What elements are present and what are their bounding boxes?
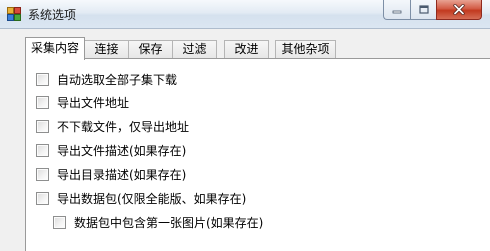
tab-collect-content[interactable]: 采集内容 [25, 37, 85, 60]
options-window: 系统选项 采集内容 连接 保存 过滤 改进 其他杂项 自动选取全部子集下载 导出… [0, 0, 490, 251]
minimize-button[interactable] [383, 0, 410, 20]
caption-buttons [383, 0, 482, 20]
checkbox[interactable] [36, 119, 49, 133]
checkbox[interactable] [36, 191, 49, 205]
close-icon [453, 4, 465, 15]
tab-improve[interactable]: 改进 [224, 40, 269, 59]
tab-save[interactable]: 保存 [128, 40, 173, 59]
option-include-first-image[interactable]: 数据包中包含第一张图片(如果存在) [53, 213, 263, 231]
option-export-file-description[interactable]: 导出文件描述(如果存在) [36, 141, 186, 159]
option-export-file-address[interactable]: 导出文件地址 [36, 93, 129, 111]
minimize-icon [392, 10, 402, 13]
option-label: 自动选取全部子集下载 [57, 72, 178, 87]
app-icon [7, 7, 21, 21]
option-label: 导出文件地址 [57, 95, 130, 110]
option-export-directory-description[interactable]: 导出目录描述(如果存在) [36, 165, 186, 183]
checkbox[interactable] [36, 72, 49, 86]
option-label: 导出文件描述(如果存在) [57, 143, 187, 158]
option-label: 数据包中包含第一张图片(如果存在) [74, 215, 264, 230]
close-button[interactable] [436, 0, 482, 20]
checkbox[interactable] [36, 167, 49, 181]
option-label: 导出数据包(仅限全能版、如果存在) [57, 191, 247, 206]
maximize-button[interactable] [410, 0, 436, 20]
title-bar[interactable]: 系统选项 [0, 0, 490, 29]
tab-filter[interactable]: 过滤 [172, 40, 217, 59]
maximize-icon [418, 5, 429, 14]
option-export-data-package[interactable]: 导出数据包(仅限全能版、如果存在) [36, 189, 246, 207]
checkbox[interactable] [36, 143, 49, 157]
option-no-download-export-address-only[interactable]: 不下载文件，仅导出地址 [36, 117, 189, 135]
option-label: 不下载文件，仅导出地址 [57, 119, 190, 134]
option-auto-select-all-subsets[interactable]: 自动选取全部子集下载 [36, 70, 177, 88]
window-title: 系统选项 [28, 8, 77, 22]
checkbox[interactable] [53, 215, 66, 229]
tab-panel-collect-content: 自动选取全部子集下载 导出文件地址 不下载文件，仅导出地址 导出文件描述(如果存… [25, 58, 490, 251]
checkbox[interactable] [36, 95, 49, 109]
tab-misc[interactable]: 其他杂项 [275, 40, 336, 59]
option-label: 导出目录描述(如果存在) [57, 167, 187, 182]
tab-connection[interactable]: 连接 [84, 40, 129, 59]
